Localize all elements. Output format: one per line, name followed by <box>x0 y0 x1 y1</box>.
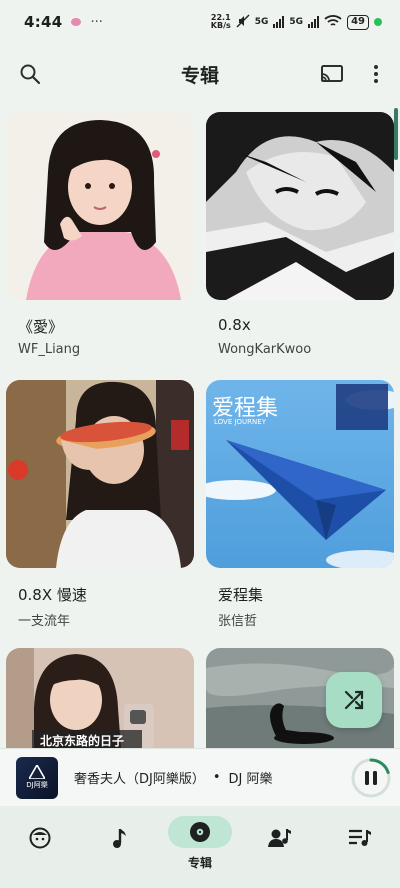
nav-item-songs[interactable] <box>80 812 160 882</box>
signal-icon-1 <box>273 16 285 28</box>
face-icon <box>29 827 51 849</box>
now-playing-artist: DJ 阿樂 <box>228 772 273 787</box>
pause-icon <box>365 771 369 785</box>
shuffle-icon <box>344 690 364 710</box>
nav-item-albums[interactable]: 专辑 <box>160 812 240 882</box>
nav-item-personal[interactable] <box>0 812 80 882</box>
album-cover: 北京东路的日子 <box>6 648 194 748</box>
album-artist: 一支流年 <box>18 614 71 629</box>
notification-icon <box>70 18 81 26</box>
album-card[interactable]: 《愛》 WF_Liang <box>6 112 194 357</box>
album-title: 《愛》 <box>18 318 64 336</box>
separator: • <box>212 770 221 785</box>
album-title: 爱程集 <box>218 586 264 604</box>
album-card[interactable]: 北京东路的日子 <box>6 648 194 748</box>
scrollbar-thumb[interactable] <box>394 108 398 160</box>
shuffle-button[interactable] <box>326 672 382 728</box>
bottom-navigation: 专辑 <box>0 806 400 888</box>
album-cover-title: 北京东路的日子 <box>40 734 125 748</box>
now-playing-artwork: DJ阿樂 <box>16 756 58 799</box>
network-label-2: 5G <box>289 17 304 27</box>
status-time: 4:44 <box>24 13 63 31</box>
album-title: 0.8x <box>218 316 251 334</box>
album-card[interactable]: 爱程集 LOVE JOURNEY 爱程集 张信哲 <box>206 380 394 629</box>
mini-player[interactable]: DJ阿樂 奢香夫人（DJ阿樂版） • DJ 阿樂 <box>0 748 400 806</box>
signal-icon-2 <box>308 16 320 28</box>
nav-label-albums: 专辑 <box>187 856 212 870</box>
app-bar: 专辑 <box>0 50 400 98</box>
music-note-icon <box>113 829 126 848</box>
charging-dot-icon <box>374 18 382 26</box>
net-speed: 22.1 KB/s <box>210 13 231 30</box>
now-playing-title: 奢香夫人（DJ阿樂版） <box>74 772 205 787</box>
album-card[interactable]: 0.8X 慢速 一支流年 <box>6 380 194 629</box>
album-cover <box>6 380 194 568</box>
playlist-icon <box>349 829 371 846</box>
nav-item-playlists[interactable] <box>320 812 400 882</box>
album-cover <box>206 112 394 300</box>
dj-logo-icon <box>29 765 45 779</box>
album-artist: 张信哲 <box>218 614 258 629</box>
nav-item-artists[interactable] <box>240 812 320 882</box>
album-cover-subtitle: LOVE JOURNEY <box>214 418 266 426</box>
mute-icon <box>236 14 250 31</box>
more-notifications-icon: ··· <box>90 14 103 30</box>
album-title: 0.8X 慢速 <box>18 586 87 604</box>
network-label-1: 5G <box>254 17 269 27</box>
playback-progress-ring <box>351 758 391 798</box>
artist-icon <box>268 829 291 847</box>
more-vert-icon[interactable] <box>358 56 394 92</box>
battery-icon: 49 <box>347 14 369 30</box>
album-artist: WF_Liang <box>18 342 81 357</box>
album-cover <box>6 112 194 300</box>
album-icon <box>190 822 210 842</box>
album-card[interactable]: 0.8x WongKarKwoo <box>206 112 394 357</box>
cast-icon[interactable] <box>314 56 350 92</box>
album-artist: WongKarKwoo <box>218 342 312 357</box>
album-cover: 爱程集 LOVE JOURNEY <box>206 380 394 568</box>
pause-button[interactable] <box>350 757 392 799</box>
status-bar: 4:44 ··· 22.1 KB/s 5G 5G 49 <box>0 0 400 44</box>
wifi-icon <box>324 14 342 31</box>
